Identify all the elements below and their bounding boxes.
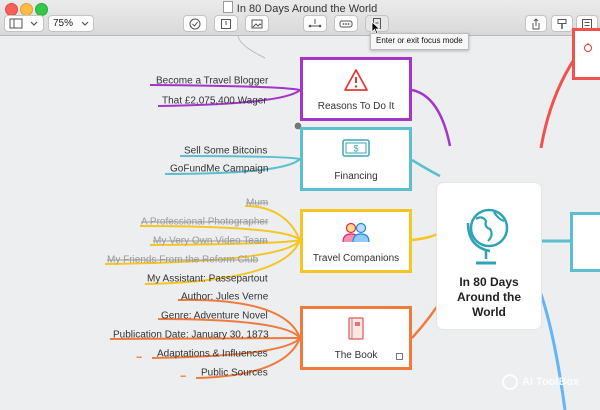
topic-reasons[interactable]: Reasons To Do It [300,57,412,121]
people-icon [342,222,370,243]
zoom-select[interactable]: 75% [48,15,94,32]
leaf-video-team[interactable]: My Very Own Video Team [153,236,268,247]
central-topic[interactable]: In 80 Days Around the World [437,183,541,329]
note-button[interactable] [214,15,238,32]
note-marker-icon [396,353,403,360]
image-icon [251,19,263,28]
topic-book[interactable]: The Book [300,306,412,370]
book-icon [348,317,364,340]
topic-right-middle[interactable] [570,212,600,272]
format-brush-icon [557,18,567,29]
add-topic-icon [308,18,322,27]
share-button[interactable] [525,15,547,32]
more-icon [339,20,353,27]
image-button[interactable] [245,15,269,32]
svg-text:$: $ [353,144,358,154]
chevron-down-icon [81,21,89,26]
leaf-mum[interactable]: Mum [246,198,268,209]
window-title: In 80 Days Around the World [0,1,600,15]
more-button[interactable] [334,15,358,32]
leaf-gofundme[interactable]: GoFundMe Campaign [170,164,268,175]
globe-icon [466,208,509,265]
watermark: AI ToolBox [502,374,579,390]
mind-map-canvas[interactable]: Become a Travel Blogger That £2,075,400 … [0,28,600,410]
collapsed-branch-indicator[interactable]: ... [136,350,142,361]
leaf-genre[interactable]: Genre: Adventure Novel [161,311,268,322]
timer-icon [584,43,592,52]
leaf-adaptations[interactable]: Adaptations & Influences [157,349,268,360]
topic-companions-label: Travel Companions [312,253,400,264]
share-icon [532,17,540,29]
insert-topic-button[interactable] [303,15,327,32]
leaf-author[interactable]: Author: Jules Verne [181,292,268,303]
leaf-public-sources[interactable]: Public Sources [201,368,268,379]
topic-financing-label: Financing [334,171,378,182]
sidebar-icon [9,18,38,29]
topic-companions[interactable]: Travel Companions [300,209,412,273]
money-icon: $ [342,139,370,157]
topic-right-top[interactable] [572,28,600,80]
topic-reasons-label: Reasons To Do It [317,101,395,112]
checkmark-circle-icon [189,18,201,29]
zoom-value: 75% [53,18,74,29]
leaf-travel-blogger[interactable]: Become a Travel Blogger [156,76,268,87]
title-bar: In 80 Days Around the World 75% [0,0,600,36]
sidebar-toggle-button[interactable] [4,15,44,32]
leaf-publication-date[interactable]: Publication Date: January 30, 1873 [113,330,269,341]
leaf-sell-bitcoins[interactable]: Sell Some Bitcoins [184,146,267,157]
topic-financing[interactable]: $ Financing [300,127,412,191]
note-icon [221,18,231,29]
leaf-reform-club[interactable]: My Friends From the Reform Club [107,255,258,266]
central-topic-label: In 80 Days Around the World [457,275,521,319]
topic-book-label: The Book [334,350,378,361]
watermark-logo-icon [502,374,518,390]
collapsed-branch-indicator[interactable]: ... [180,369,186,380]
document-icon [222,1,233,13]
mouse-cursor-icon [371,21,381,35]
warning-icon [344,69,368,91]
task-button[interactable] [183,15,207,32]
format-button[interactable] [551,15,573,32]
leaf-photographer[interactable]: A Professional Photographer [141,217,268,228]
leaf-passepartout[interactable]: My Assistant: Passepartout [147,274,268,285]
leaf-wager[interactable]: That £2,075,400 Wager [162,96,267,107]
